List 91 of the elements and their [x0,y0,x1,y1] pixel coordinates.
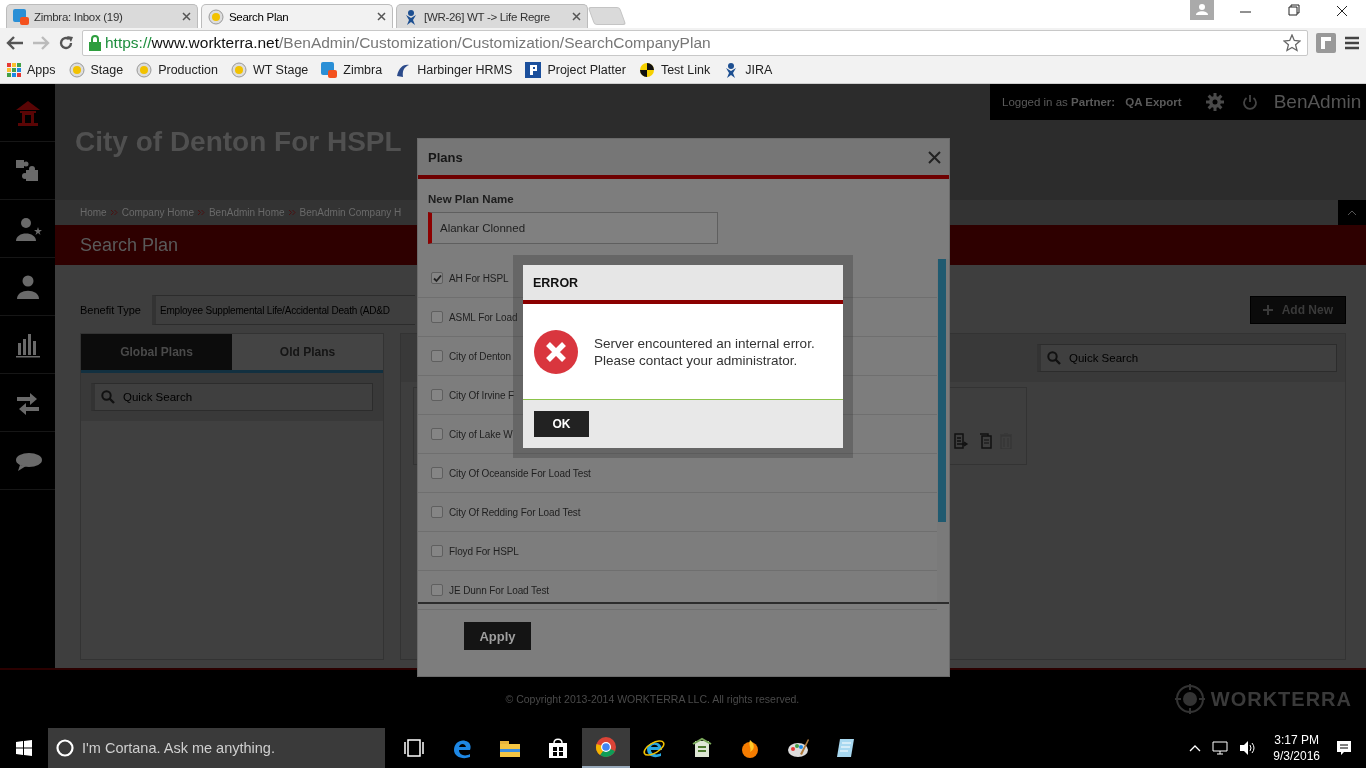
circle-icon [56,739,74,757]
badge-icon [68,62,85,79]
checkbox[interactable] [431,272,443,284]
palette-icon [786,736,810,760]
browser-tab[interactable]: Zimbra: Inbox (19) [6,4,198,28]
bookmark[interactable]: WT Stage [230,62,309,79]
chevron-up-icon[interactable] [1189,744,1202,752]
search-field[interactable]: Quick Search [1037,344,1337,372]
badge-icon [136,62,153,79]
plus-icon [1262,305,1273,315]
page-title: Search Plan [80,234,179,256]
search-icon [101,390,115,404]
plan-name: City of Lake W [449,428,513,440]
close-icon[interactable] [377,12,386,21]
checkbox[interactable] [431,584,443,596]
login-status: Logged in as Partner: [1002,96,1116,108]
plan-name: City Of Irvine F [449,389,515,401]
taskbar-app[interactable] [582,728,630,768]
chevron-icon [197,209,205,216]
star-icon[interactable] [1283,33,1301,52]
plan-name: City Of Oceanside For Load Test [449,467,591,479]
bookmark[interactable]: Harbinger HRMS [395,62,513,79]
bookmark[interactable]: Stage [68,62,124,79]
address-bar[interactable]: https://www.workterra.net/BenAdmin/Customization/Customization/SearchCompanyPlan [82,29,1308,56]
notification-icon[interactable] [1336,740,1352,756]
plan-name: City Of Redding For Load Test [449,506,581,518]
speaker-icon[interactable] [1239,740,1258,756]
extension-icon[interactable] [1316,32,1336,53]
back-icon[interactable] [6,34,24,51]
search-field[interactable]: Quick Search [91,383,373,411]
lock-icon [89,34,101,51]
checkbox[interactable] [431,506,443,518]
plan-name: JE Dunn For Load Test [449,584,549,596]
scrollbar-thumb[interactable] [938,259,946,522]
menu-icon[interactable] [1344,34,1360,51]
bookmark[interactable]: Test Link [638,62,711,79]
power-icon[interactable] [1241,94,1258,110]
sheet-icon [690,736,714,760]
bookmark[interactable]: Zimbra [321,62,383,79]
search-field[interactable]: I'm Cortana. Ask me anything. [48,728,385,768]
plan-name: Floyd For HSPL [449,545,519,557]
chevron-icon [110,209,118,216]
chrome-icon [594,735,618,759]
error-message: Server encountered an internal error. Please contact your administrator. [594,334,815,369]
checkbox[interactable] [431,311,443,323]
checkbox[interactable] [431,428,443,440]
tile-icon [321,62,338,79]
apply-button[interactable]: Apply [464,622,531,650]
search-icon [1047,351,1061,365]
app-name: BenAdmin [1273,91,1362,113]
plan-name: City of Denton [449,350,511,362]
chevron-icon [288,209,296,216]
apps-grid-icon [7,63,21,78]
plan-name: ASML For Load [449,311,518,323]
modal-title: Plans [428,149,463,165]
taskview-icon [402,736,426,760]
ok-button[interactable]: OK [534,411,589,437]
checkbox[interactable] [431,389,443,401]
copyright-text: © Copyright 2013-2014 WORKTERRA LLC. All rights reserved. [504,693,801,705]
field-label: Benefit Type [80,304,142,316]
plan-name-field[interactable]: Alankar Clonned [428,212,718,244]
browser-tab[interactable]: [WR-26] WT -> Life Regre [396,4,588,28]
bookmark[interactable]: JIRA [723,62,773,79]
plan-name: AH For HSPL [449,272,509,284]
store-icon [546,736,570,760]
checkbox[interactable] [431,545,443,557]
clock-time[interactable]: 3:17 PM [1274,732,1319,748]
figure-icon [403,8,419,25]
crosshair-icon [1174,684,1205,714]
brand-name: WORKTERRA [1210,687,1352,711]
caret-icon [1347,209,1357,216]
square-icon [525,62,542,79]
tile-icon [13,8,29,25]
badge-icon [230,62,247,79]
target-icon [638,62,655,79]
user-name: QA Export [1125,96,1182,108]
checkbox[interactable] [431,467,443,479]
reload-icon[interactable] [58,34,74,51]
settings-icon[interactable] [1205,93,1224,111]
clock-date[interactable]: 9/3/2016 [1273,748,1320,764]
field-label: New Plan Name [428,193,515,205]
bookmark[interactable]: Project Platter [525,62,626,79]
bookmark[interactable]: Apps [7,63,56,78]
windows-start-icon[interactable] [16,740,32,756]
network-icon[interactable] [1211,740,1230,756]
dialog-title: ERROR [533,275,579,290]
checkbox[interactable] [431,350,443,362]
badge-icon [208,8,224,25]
error-icon [533,328,579,375]
browser-tab[interactable]: Search Plan [201,4,393,28]
bookmark[interactable]: Production [136,62,218,79]
